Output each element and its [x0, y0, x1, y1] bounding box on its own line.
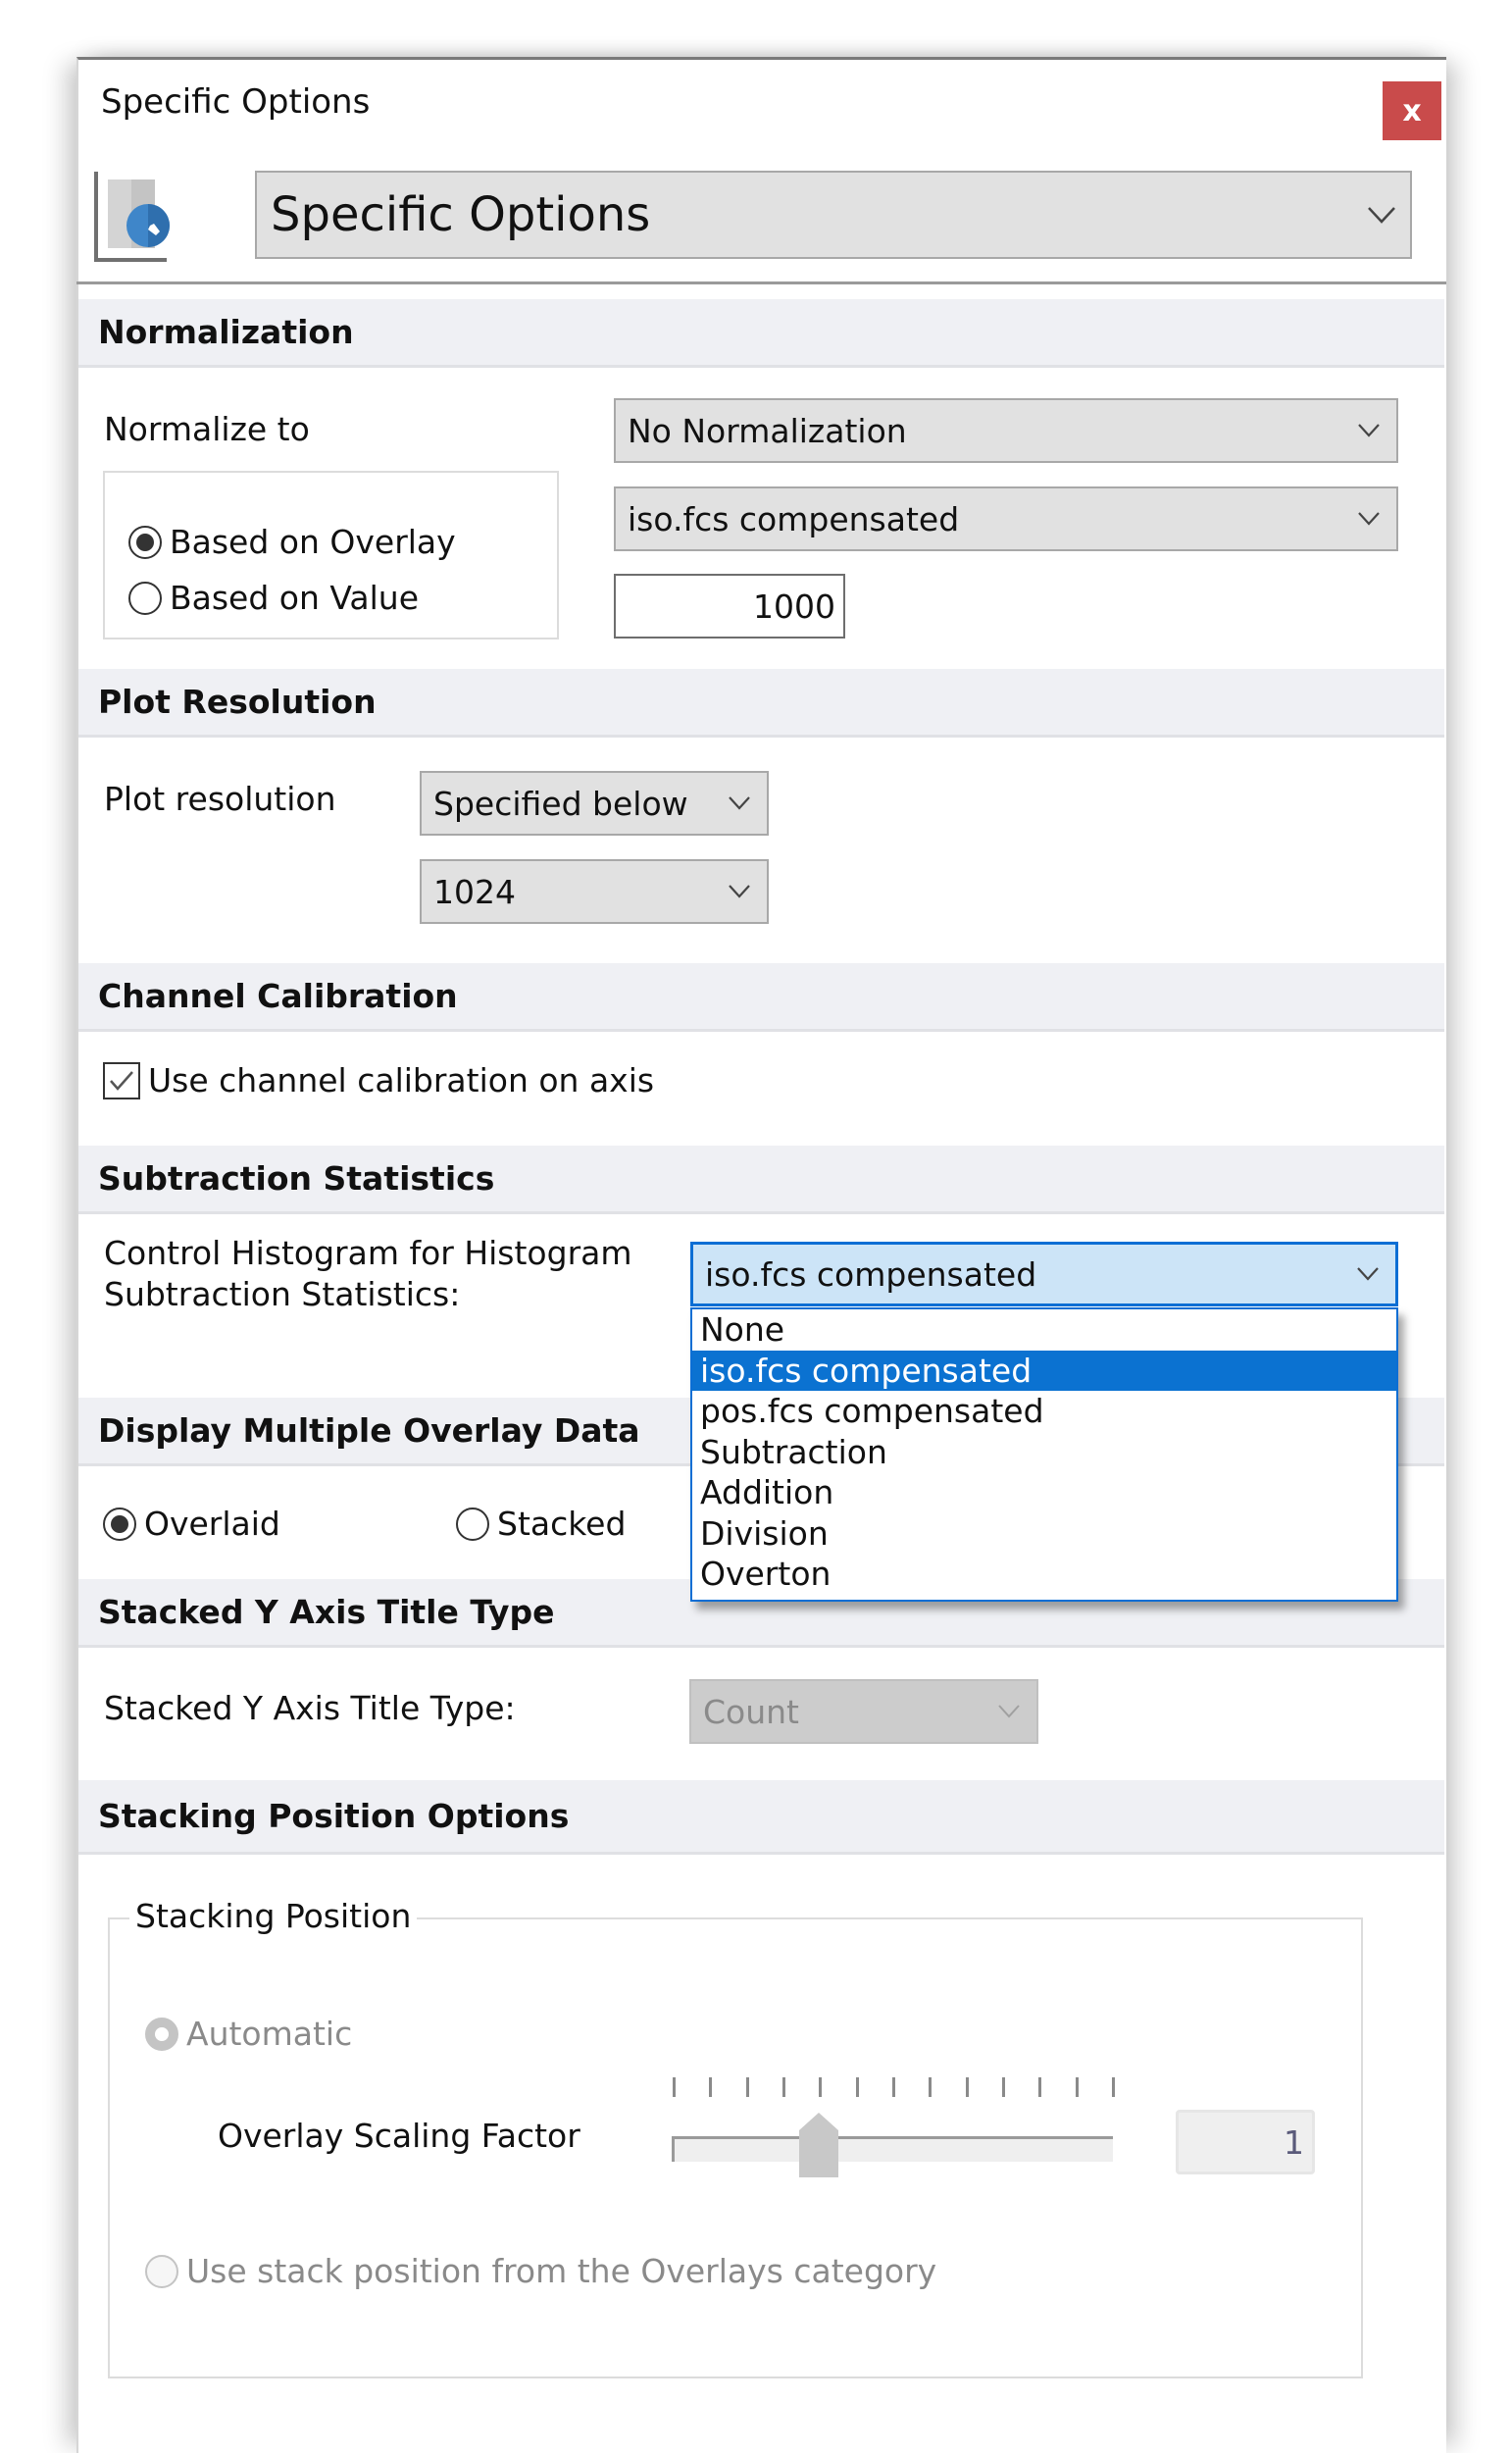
select-value: iso.fcs compensated: [628, 499, 960, 538]
slider-thumb[interactable]: [799, 2113, 839, 2177]
section-header-channel-calibration: Channel Calibration: [78, 963, 1444, 1032]
section-title: Subtraction Statistics: [98, 1159, 495, 1198]
control-histogram-select[interactable]: iso.fcs compensated: [690, 1242, 1398, 1306]
chevron-down-icon: [729, 796, 750, 810]
radio-overlaid[interactable]: Overlaid: [103, 1505, 280, 1543]
control-histogram-label-line1: Control Histogram for Histogram: [104, 1234, 632, 1272]
radio-unchecked-icon: [456, 1507, 489, 1541]
slider-tick: [965, 2077, 969, 2097]
radio-automatic[interactable]: Automatic: [145, 2015, 352, 2053]
radio-label: Based on Value: [170, 579, 420, 617]
select-value: Specified below: [433, 784, 688, 823]
radio-based-on-value[interactable]: Based on Value: [128, 579, 419, 617]
select-value: iso.fcs compensated: [705, 1254, 1037, 1294]
normalize-value-input[interactable]: 1000: [614, 574, 845, 639]
chevron-down-icon: [1357, 1267, 1379, 1281]
radio-based-on-overlay[interactable]: Based on Overlay: [128, 523, 456, 561]
overlay-scaling-factor-label: Overlay Scaling Factor: [218, 2117, 580, 2155]
stacked-y-axis-select[interactable]: Count: [689, 1679, 1038, 1744]
section-title: Plot Resolution: [98, 683, 377, 721]
section-header-stacking-position: Stacking Position Options: [78, 1780, 1444, 1855]
radio-checked-icon: [103, 1507, 136, 1541]
normalize-overlay-select[interactable]: iso.fcs compensated: [614, 486, 1398, 551]
input-value: 1: [1284, 2122, 1304, 2162]
input-value: 1000: [753, 587, 835, 626]
checkbox-label: Use channel calibration on axis: [148, 1061, 655, 1099]
radio-disabled-checked-icon: [145, 2017, 178, 2051]
slider-tick: [1002, 2077, 1005, 2097]
select-value: No Normalization: [628, 411, 907, 450]
channel-calibration-checkbox[interactable]: Use channel calibration on axis: [103, 1061, 654, 1099]
radio-checked-icon: [128, 525, 162, 559]
dropdown-option[interactable]: Addition: [692, 1472, 1396, 1513]
dropdown-option[interactable]: pos.fcs compensated: [692, 1391, 1396, 1432]
chevron-down-icon: [1358, 512, 1380, 526]
slider-tick: [673, 2077, 676, 2097]
checkbox-checked-icon: [103, 1061, 140, 1099]
slider-track: [672, 2136, 1113, 2162]
section-header-normalization: Normalization: [78, 299, 1444, 368]
stacking-position-group-title: Stacking Position: [129, 1897, 418, 1935]
slider-tick: [1038, 2077, 1042, 2097]
plot-resolution-label: Plot resolution: [104, 780, 336, 818]
section-title: Channel Calibration: [98, 977, 458, 1015]
dropdown-option[interactable]: Division: [692, 1513, 1396, 1555]
radio-label: Overlaid: [144, 1505, 280, 1543]
section-title: Normalization: [98, 313, 354, 351]
slider-tick: [1112, 2077, 1115, 2097]
control-histogram-label-line2: Subtraction Statistics:: [104, 1275, 461, 1313]
select-value: 1024: [433, 872, 516, 911]
section-title: Stacked Y Axis Title Type: [98, 1593, 555, 1631]
plot-resolution-value-select[interactable]: 1024: [420, 859, 769, 924]
slider-tick: [892, 2077, 895, 2097]
section-title: Display Multiple Overlay Data: [98, 1411, 640, 1450]
normalize-to-label: Normalize to: [104, 410, 310, 448]
slider-tick: [855, 2077, 859, 2097]
dropdown-option[interactable]: None: [692, 1309, 1396, 1351]
slider-tick: [1075, 2077, 1079, 2097]
section-header-subtraction-statistics: Subtraction Statistics: [78, 1146, 1444, 1214]
select-value: Count: [703, 1692, 800, 1731]
radio-unchecked-icon: [145, 2254, 178, 2288]
chevron-down-icon: [1368, 207, 1395, 224]
chevron-down-icon: [729, 885, 750, 898]
radio-unchecked-icon: [128, 581, 162, 615]
dropdown-option[interactable]: Subtraction: [692, 1432, 1396, 1473]
dropdown-option[interactable]: iso.fcs compensated: [692, 1350, 1396, 1391]
slider-tick: [929, 2077, 932, 2097]
radio-label: Use stack position from the Overlays cat…: [186, 2252, 937, 2290]
close-icon: x: [1402, 93, 1422, 128]
section-header-plot-resolution: Plot Resolution: [78, 669, 1444, 738]
chevron-down-icon: [998, 1705, 1020, 1718]
control-histogram-dropdown-list: None iso.fcs compensated pos.fcs compensat…: [690, 1307, 1398, 1602]
section-title: Stacking Position Options: [98, 1797, 570, 1835]
specific-options-wrench-icon: [94, 172, 194, 262]
category-select-value: Specific Options: [271, 187, 651, 242]
radio-stacked[interactable]: Stacked: [456, 1505, 626, 1543]
chevron-down-icon: [1358, 424, 1380, 437]
slider-tick: [709, 2077, 713, 2097]
slider-tick: [782, 2077, 785, 2097]
normalize-to-select[interactable]: No Normalization: [614, 398, 1398, 463]
slider-tick: [819, 2077, 823, 2097]
slider-tick: [745, 2077, 749, 2097]
close-button[interactable]: x: [1383, 81, 1441, 140]
radio-label: Stacked: [497, 1505, 627, 1543]
category-select[interactable]: Specific Options: [255, 171, 1412, 259]
overlay-scaling-value-input[interactable]: 1: [1176, 2110, 1315, 2174]
plot-resolution-mode-select[interactable]: Specified below: [420, 771, 769, 836]
radio-use-stack-position[interactable]: Use stack position from the Overlays cat…: [145, 2252, 936, 2290]
dropdown-option[interactable]: Overton: [692, 1554, 1396, 1595]
radio-label: Automatic: [186, 2015, 353, 2053]
radio-label: Based on Overlay: [170, 523, 456, 561]
stacked-y-axis-label: Stacked Y Axis Title Type:: [104, 1689, 516, 1727]
window-title: Specific Options: [101, 82, 371, 122]
header-divider: [76, 281, 1446, 284]
